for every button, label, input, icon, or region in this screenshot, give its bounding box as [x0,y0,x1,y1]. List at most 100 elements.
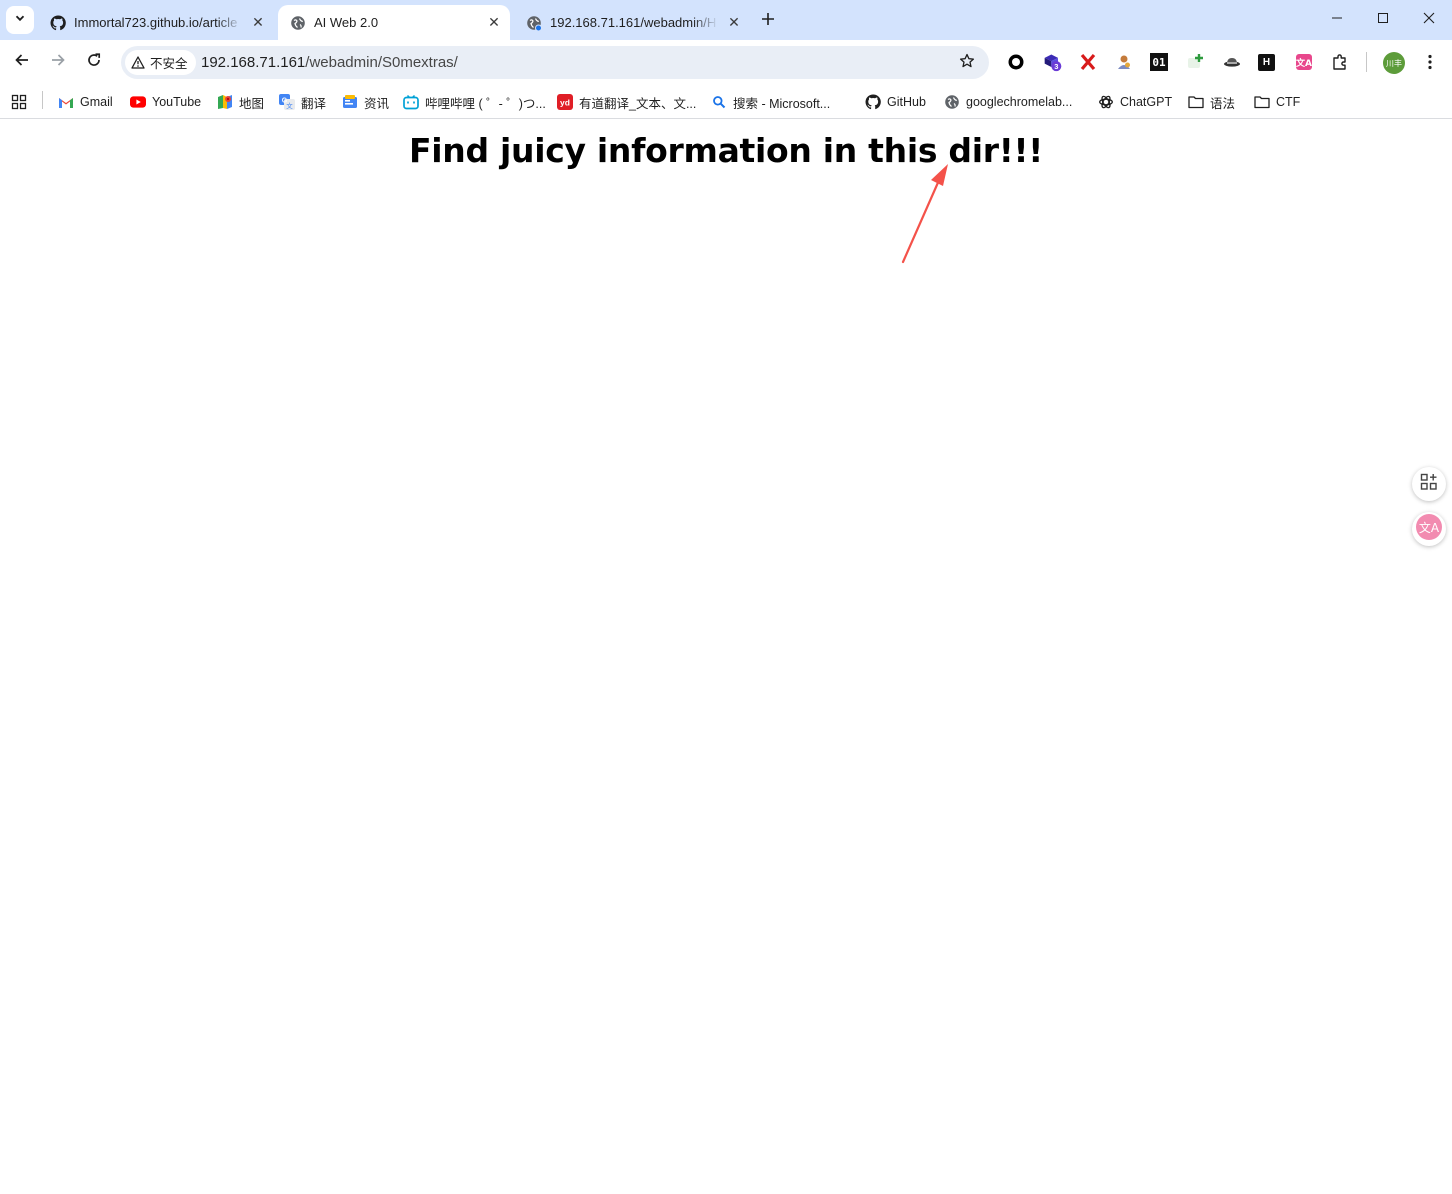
profile-label: 川丰 [1386,58,1402,68]
extension-ring-icon[interactable] [1006,52,1026,72]
bookmark-label: googlechromelab... [966,95,1073,109]
bookmark-label: 地图 [239,96,265,111]
openai-icon [1098,94,1114,110]
minimize-button[interactable] [1314,0,1360,40]
bookmark-label: 翻译 [301,96,327,111]
bookmark-label: GitHub [887,95,926,109]
extension-hat-icon[interactable] [1222,52,1242,72]
new-tab-button[interactable] [756,8,780,32]
bookmark-translate[interactable]: G文 翻译 [279,91,326,113]
star-icon [959,53,975,74]
profile-avatar[interactable]: 川丰 [1383,52,1405,74]
bookmark-folder-ctf[interactable]: CTF [1254,91,1300,113]
toolbar-divider [1366,52,1367,72]
globe-icon [526,15,542,31]
address-bar[interactable]: 不安全 192.168.71.161/webadmin/S0mextras/ [121,46,989,79]
security-label: 不安全 [150,57,188,71]
youtube-icon [130,94,146,110]
svg-text:文A: 文A [1419,520,1440,535]
bookmark-youtube[interactable]: YouTube [130,91,201,113]
bookmark-news[interactable]: 资讯 [342,91,389,113]
tab-webadmin[interactable]: 192.168.71.161/webadmin/H ✕ [514,5,750,40]
folder-icon [1188,94,1204,110]
close-icon[interactable]: ✕ [724,13,744,33]
svg-text:yd: yd [560,98,570,108]
bookmark-youdao[interactable]: yd 有道翻译_文本、文... [557,91,696,113]
news-icon [342,94,358,110]
youdao-icon: yd [557,94,573,110]
translate-icon: G文 [279,94,295,110]
warning-icon [131,56,145,69]
translate-icon: 文A [1415,513,1443,546]
maps-icon [217,94,233,110]
bookmark-folder-grammar[interactable]: 语法 [1188,91,1235,113]
bookmark-gmail[interactable]: Gmail [58,91,113,113]
svg-text:文A: 文A [1295,57,1312,69]
github-icon [50,14,66,31]
bookmark-label: 哔哩哔哩 ( ゜- ゜)つ... [425,96,546,111]
toolbar: 不安全 192.168.71.161/webadmin/S0mextras/ 3… [0,40,1452,85]
svg-text:文: 文 [286,101,293,110]
close-icon[interactable]: ✕ [484,13,504,33]
bookmark-label: 有道翻译_文本、文... [579,96,697,111]
extension-cube-icon[interactable]: 3 [1043,52,1063,72]
menu-kebab-icon[interactable] [1420,52,1440,72]
bookmark-chatgpt[interactable]: ChatGPT [1098,91,1172,113]
chevron-down-icon [14,11,26,29]
tab-strip: Immortal723.github.io/article ✕ AI Web 2… [0,0,1452,40]
bookmark-label: 语法 [1210,96,1236,111]
security-chip[interactable]: 不安全 [125,50,196,75]
bookmarks-divider [42,91,43,109]
extensions-puzzle-icon[interactable] [1330,52,1350,72]
reload-button[interactable] [80,48,108,76]
reload-icon [86,52,102,73]
extension-plus-icon[interactable] [1186,52,1206,72]
search-icon [711,94,727,110]
extension-01-icon[interactable]: 01 [1150,53,1168,71]
bookmark-bilibili[interactable]: 哔哩哔哩 ( ゜- ゜)つ... [403,91,546,113]
gmail-icon [58,94,74,110]
bilibili-icon [403,94,419,110]
minimize-icon [1331,11,1343,29]
extension-badge: 3 [1054,62,1058,71]
close-window-button[interactable] [1406,0,1452,40]
forward-button[interactable] [44,48,72,76]
plus-icon [761,9,775,32]
bookmark-github[interactable]: GitHub [865,91,926,113]
page-viewport: Find juicy information in this dir!!! [0,120,1452,1194]
side-apps-widget[interactable] [1412,467,1446,501]
close-icon[interactable]: ✕ [248,13,268,33]
bookmark-star-button[interactable] [957,53,977,73]
bookmark-maps[interactable]: 地图 [217,91,264,113]
folder-icon [1254,94,1270,110]
bookmark-label: Gmail [80,95,113,109]
translate-extension-icon[interactable]: 文A [1294,52,1314,72]
tab-ai-web[interactable]: AI Web 2.0 ✕ [278,5,510,40]
apps-button[interactable] [11,91,33,113]
bookmark-label: YouTube [152,95,202,109]
tab-title: Immortal723.github.io/article [74,15,238,30]
url-text[interactable]: 192.168.71.161/webadmin/S0mextras/ [201,54,458,71]
annotation-arrow [901,164,948,264]
bookmark-label: ChatGPT [1120,95,1173,109]
globe-icon [944,94,960,110]
tab-immortal723[interactable]: Immortal723.github.io/article ✕ [38,5,274,40]
globe-icon [290,15,306,31]
arrow-left-icon [14,52,30,73]
extension-person-icon[interactable] [1114,52,1134,72]
url-host: 192.168.71.161 [201,54,306,71]
bookmark-label: CTF [1276,95,1301,109]
apps-grid-icon [11,94,27,110]
maximize-icon [1377,11,1389,29]
extension-h-label: H [1262,57,1271,68]
extension-h-icon[interactable]: H [1258,54,1275,71]
bookmarks-bar: Gmail YouTube 地图 G文 翻译 资讯 哔哩哔哩 ( ゜- ゜)つ.… [0,85,1452,119]
extension-x-icon[interactable] [1078,52,1098,72]
maximize-button[interactable] [1360,0,1406,40]
url-path: /webadmin/S0mextras/ [305,54,458,71]
back-button[interactable] [8,48,36,76]
tab-search-button[interactable] [6,6,34,34]
bookmark-googlechromelabs[interactable]: googlechromelab... [944,91,1072,113]
bookmark-bing-search[interactable]: 搜索 - Microsoft... [711,91,830,113]
side-translate-widget[interactable]: 文A [1412,512,1446,546]
